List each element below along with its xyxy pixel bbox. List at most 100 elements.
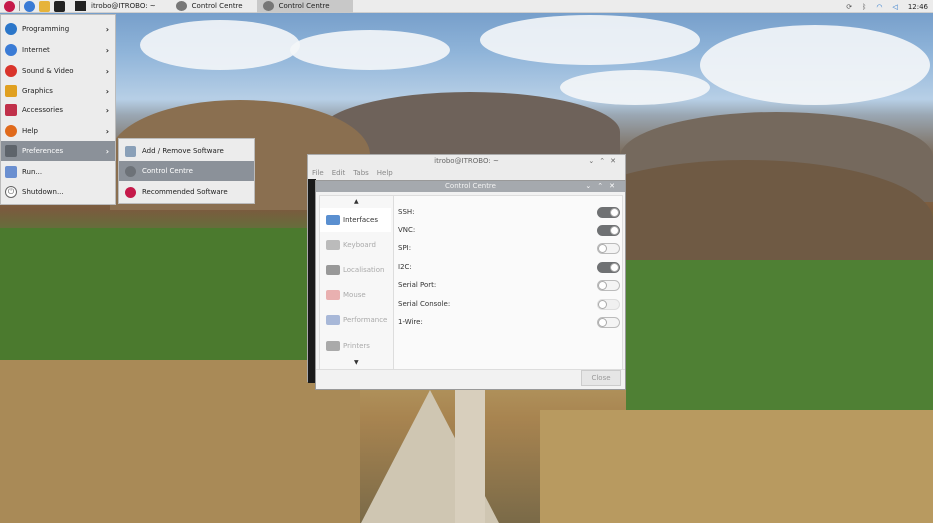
setting-row-spi: SPI:: [398, 240, 620, 256]
menu-item-internet[interactable]: Internet ›: [1, 40, 115, 60]
cloud: [480, 15, 700, 65]
toggle-knob: [610, 207, 619, 217]
setting-label: Serial Port:: [398, 281, 437, 289]
toggle-knob: [598, 280, 607, 290]
tab-performance[interactable]: Performance: [320, 308, 393, 332]
chevron-right-icon: ›: [105, 146, 109, 156]
volume-icon[interactable]: ◁: [892, 3, 897, 11]
play-icon: [5, 65, 17, 77]
submenu-item-control-centre[interactable]: Control Centre: [119, 161, 254, 181]
toggle-knob: [598, 317, 607, 327]
menu-help[interactable]: Help: [377, 169, 393, 177]
cloud: [290, 30, 450, 70]
submenu-item-add-remove-software[interactable]: Add / Remove Software: [119, 141, 254, 161]
chevron-right-icon: ›: [105, 66, 109, 76]
submenu-item-recommended-software[interactable]: Recommended Software: [119, 182, 254, 202]
taskbar-label: itrobo@ITROBO: ~: [91, 2, 156, 10]
package-icon: [125, 145, 136, 157]
folder-icon[interactable]: [39, 0, 50, 12]
terminal-icon[interactable]: [54, 0, 65, 12]
raspberry-menu-icon[interactable]: [4, 0, 15, 12]
setting-row-ssh: SSH:: [398, 204, 620, 220]
menu-item-programming[interactable]: Programming ›: [1, 19, 115, 39]
sync-icon[interactable]: ⟳: [846, 3, 852, 11]
taskbar-item-control-centre-active[interactable]: Control Centre: [256, 0, 353, 13]
menu-item-help[interactable]: Help ›: [1, 121, 115, 141]
scroll-down-arrow[interactable]: ▼: [354, 359, 359, 366]
tab-localisation[interactable]: Localisation: [320, 258, 393, 282]
submenu-item-label: Control Centre: [142, 167, 193, 175]
preferences-submenu: Add / Remove Software Control Centre Rec…: [118, 138, 255, 204]
menu-item-preferences[interactable]: Preferences ›: [1, 141, 115, 161]
terminal-menubar: File Edit Tabs Help: [308, 167, 625, 179]
application-menu: Programming › Internet › Sound & Video ›…: [0, 14, 116, 205]
vnc-toggle[interactable]: [597, 224, 620, 236]
programming-icon: [5, 23, 17, 35]
toggle-knob: [610, 225, 619, 235]
menu-item-label: Run...: [22, 168, 43, 176]
window-controls[interactable]: ⌄⌃✕: [585, 181, 621, 192]
panel-separator: [19, 1, 20, 11]
tab-sidebar: ▲ Interfaces Keyboard Localisation Mouse…: [319, 195, 394, 370]
preferences-icon: [5, 145, 17, 157]
tab-label: Keyboard: [343, 241, 376, 249]
close-button[interactable]: Close: [581, 370, 621, 386]
clock[interactable]: 12:46: [908, 3, 928, 11]
menu-file[interactable]: File: [312, 169, 324, 177]
tab-interfaces[interactable]: Interfaces: [320, 208, 393, 232]
menu-item-run[interactable]: Run...: [1, 162, 115, 182]
menu-tabs[interactable]: Tabs: [353, 169, 369, 177]
1-wire-toggle[interactable]: [597, 316, 620, 328]
tab-label: Localisation: [343, 266, 385, 274]
menu-edit[interactable]: Edit: [332, 169, 346, 177]
chevron-right-icon: ›: [105, 86, 109, 96]
setting-label: 1-Wire:: [398, 318, 423, 326]
ssh-toggle[interactable]: [597, 206, 620, 218]
tab-label: Printers: [343, 342, 370, 350]
taskbar-item-control-centre[interactable]: Control Centre: [170, 0, 249, 13]
cloud: [560, 70, 710, 105]
bluetooth-icon[interactable]: ᛒ: [862, 3, 866, 11]
cloud: [700, 25, 930, 105]
performance-icon: [326, 315, 340, 325]
menu-item-label: Preferences: [22, 147, 64, 155]
submenu-item-label: Recommended Software: [142, 188, 228, 196]
terminal-icon: [75, 1, 86, 11]
menu-item-label: Internet: [22, 46, 50, 54]
i2c-toggle[interactable]: [597, 261, 620, 273]
spi-toggle[interactable]: [597, 242, 620, 254]
taskbar-item-terminal[interactable]: itrobo@ITROBO: ~: [69, 0, 162, 13]
setting-row-serial-console: Serial Console:: [398, 296, 620, 312]
menu-item-label: Help: [22, 127, 38, 135]
window-controls[interactable]: ⌄⌃✕: [588, 155, 621, 167]
tab-printers[interactable]: Printers: [320, 334, 393, 358]
menu-item-graphics[interactable]: Graphics ›: [1, 81, 115, 101]
keyboard-icon: [326, 240, 340, 250]
taskbar-label: Control Centre: [191, 2, 243, 10]
setting-row-vnc: VNC:: [398, 222, 620, 238]
serial-port-toggle[interactable]: [597, 279, 620, 291]
taskbar-label: Control Centre: [278, 2, 330, 10]
gear-icon: [262, 1, 274, 11]
wifi-icon[interactable]: ◠: [876, 3, 882, 11]
setting-row-i2c: I2C:: [398, 259, 620, 275]
menu-item-accessories[interactable]: Accessories ›: [1, 100, 115, 120]
globe-icon: [5, 44, 17, 56]
browser-icon[interactable]: [24, 0, 35, 12]
tab-mouse[interactable]: Mouse: [320, 283, 393, 307]
chevron-right-icon: ›: [105, 45, 109, 55]
setting-label: SPI:: [398, 244, 412, 252]
gear-icon: [175, 1, 187, 11]
chevron-right-icon: ›: [105, 24, 109, 34]
scroll-up-arrow[interactable]: ▲: [354, 198, 359, 205]
menu-item-label: Accessories: [22, 106, 64, 114]
menu-item-label: Sound & Video: [22, 67, 74, 75]
toggle-knob: [610, 262, 619, 272]
terminal-title: itrobo@ITROBO: ~: [434, 157, 499, 165]
menu-item-label: Shutdown...: [22, 188, 64, 196]
menu-item-sound-video[interactable]: Sound & Video ›: [1, 61, 115, 81]
tab-keyboard[interactable]: Keyboard: [320, 233, 393, 257]
interfaces-panel: SSH: VNC: SPI: I2C: Serial Port: Serial …: [394, 195, 623, 370]
knife-icon: [5, 104, 17, 116]
menu-item-shutdown[interactable]: ⏻ Shutdown...: [1, 182, 115, 202]
